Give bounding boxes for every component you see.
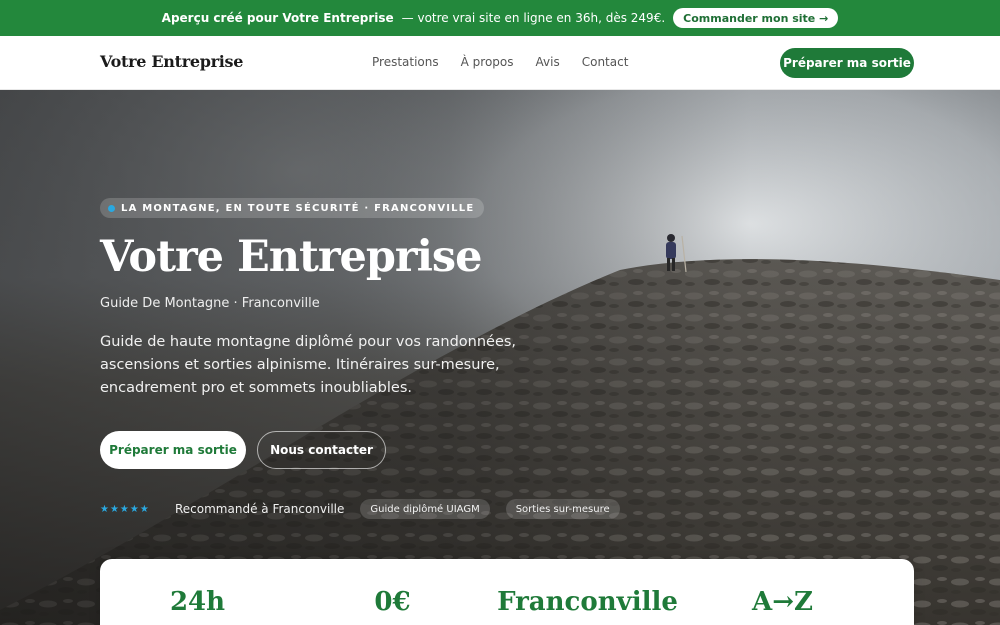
hero-section: LA MONTAGNE, EN TOUTE SÉCURITÉ · FRANCON… xyxy=(0,90,1000,625)
stat-a-to-z: A→Z xyxy=(752,587,813,617)
nav-link-a-propos[interactable]: À propos xyxy=(461,55,514,69)
nav-link-avis[interactable]: Avis xyxy=(536,55,560,69)
promo-banner: Aperçu créé pour Votre Entreprise — votr… xyxy=(0,0,1000,36)
chip-uiagm: Guide diplômé UIAGM xyxy=(360,499,490,519)
chip-sur-mesure: Sorties sur-mesure xyxy=(505,499,620,519)
stats-card: 24h 0€ Franconville A→Z xyxy=(100,559,914,625)
stat-price: 0€ xyxy=(374,587,411,617)
prepare-trip-button[interactable]: Préparer ma sortie xyxy=(100,431,246,469)
contact-us-button[interactable]: Nous contacter xyxy=(257,431,386,469)
kicker-text: LA MONTAGNE, EN TOUTE SÉCURITÉ · FRANCON… xyxy=(121,202,475,214)
stat-location: Franconville xyxy=(497,587,678,617)
nav-link-prestations[interactable]: Prestations xyxy=(372,55,439,69)
nav-link-contact[interactable]: Contact xyxy=(582,55,629,69)
nav-links: Prestations À propos Avis Contact xyxy=(372,55,628,69)
order-site-button[interactable]: Commander mon site → xyxy=(673,8,839,28)
hero-title: Votre Entreprise xyxy=(100,232,482,282)
hero-description: Guide de haute montagne diplômé pour vos… xyxy=(100,334,517,396)
trust-row: ★★★★★ Recommandé à Franconville Guide di… xyxy=(100,499,636,519)
promo-prefix: Aperçu créé pour Votre Entreprise xyxy=(161,11,394,25)
stat-24h: 24h xyxy=(169,587,226,617)
kicker-dot-icon xyxy=(108,204,115,212)
star-rating-icon: ★★★★★ xyxy=(100,503,150,515)
promo-suffix: — votre vrai site en ligne en 36h, dès 2… xyxy=(401,11,666,25)
hero-subtitle: Guide De Montagne · Franconville xyxy=(100,296,320,311)
main-nav: Votre Entreprise Prestations À propos Av… xyxy=(0,36,1000,90)
trust-text: Recommandé à Franconville xyxy=(175,502,345,516)
nav-cta-button[interactable]: Préparer ma sortie xyxy=(780,48,914,78)
hero-kicker: LA MONTAGNE, EN TOUTE SÉCURITÉ · FRANCON… xyxy=(100,198,485,218)
brand-logo[interactable]: Votre Entreprise xyxy=(100,52,243,71)
